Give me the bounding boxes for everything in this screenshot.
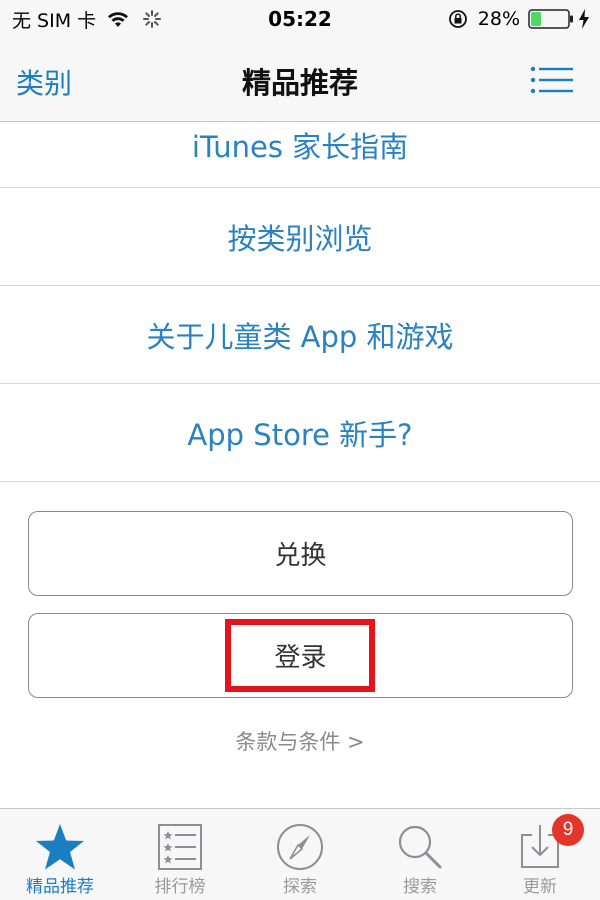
tab-label-search: 搜索: [403, 877, 437, 897]
list-icon: [158, 824, 202, 870]
tab-label-updates: 更新: [523, 877, 557, 897]
quick-links-list: iTunes 家长指南 按类别浏览 关于儿童类 App 和游戏 App Stor…: [0, 122, 600, 482]
battery-percent: 28%: [477, 8, 520, 30]
updates-count-badge: 9: [552, 814, 584, 846]
list-item-browse-categories[interactable]: 按类别浏览: [0, 188, 600, 286]
terms-link[interactable]: 条款与条件 >: [0, 726, 600, 756]
list-item-parents-guide[interactable]: iTunes 家长指南: [0, 122, 600, 188]
list-item-new-to-app-store[interactable]: App Store 新手?: [0, 384, 600, 482]
battery-icon: [528, 9, 573, 29]
charging-bolt-icon: [579, 9, 589, 29]
list-item-kids-apps[interactable]: 关于儿童类 App 和游戏: [0, 286, 600, 384]
compass-icon: [277, 824, 323, 870]
login-highlight-box: [225, 619, 375, 692]
tab-bar: 精品推荐 排行榜 探索 搜索 更新: [0, 808, 600, 900]
list-menu-icon[interactable]: [530, 66, 574, 94]
status-right: 28%: [448, 6, 590, 32]
navigation-bar: 类别 精品推荐: [0, 38, 600, 122]
rotation-lock-icon: [448, 10, 467, 28]
tab-label-featured: 精品推荐: [26, 877, 94, 897]
tab-label-top-charts: 排行榜: [154, 877, 206, 897]
redeem-button[interactable]: 兑换: [28, 511, 573, 596]
tab-explore[interactable]: 探索: [240, 809, 360, 900]
tab-featured[interactable]: 精品推荐: [0, 809, 120, 900]
search-icon: [398, 825, 442, 869]
status-bar: 无 SIM 卡 05:22 28%: [0, 0, 600, 38]
star-icon: [36, 824, 84, 870]
page-title: 精品推荐: [241, 66, 358, 100]
tab-label-explore: 探索: [283, 877, 317, 897]
tab-top-charts[interactable]: 排行榜: [120, 809, 240, 900]
tab-search[interactable]: 搜索: [360, 809, 480, 900]
